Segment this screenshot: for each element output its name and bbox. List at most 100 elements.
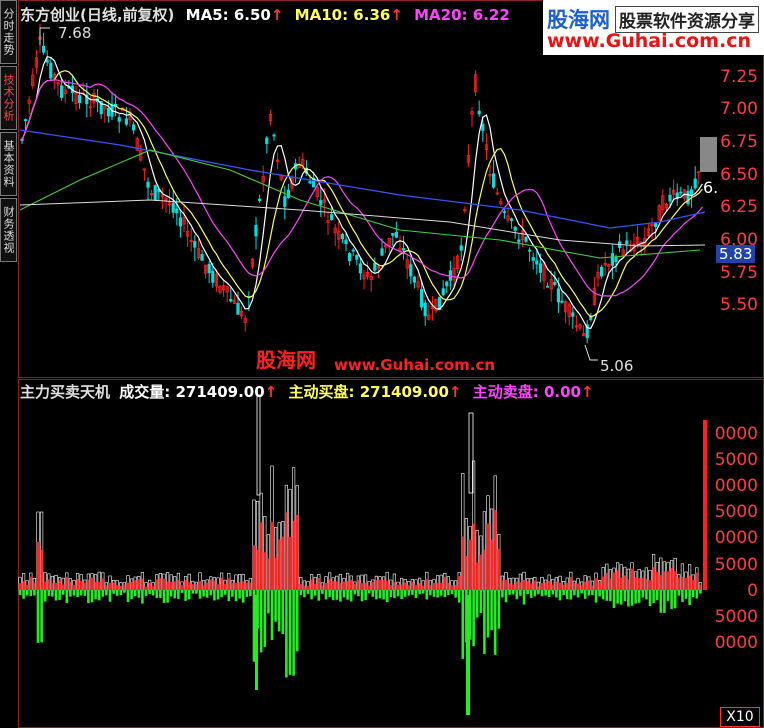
- volume-tick: 5000: [714, 607, 758, 627]
- active-buy-bar: [97, 581, 101, 590]
- active-buy-bar: [51, 583, 54, 590]
- active-sell-bar: [263, 590, 267, 647]
- candle-body: [502, 211, 507, 214]
- active-buy-bar: [87, 579, 90, 590]
- volume-tick: 0000: [714, 528, 758, 548]
- active-buy-bar: [274, 557, 277, 590]
- active-sell-bar: [69, 590, 72, 597]
- active-sell-bar: [393, 590, 396, 599]
- candle-body: [351, 249, 355, 252]
- active-buy-bar: [691, 579, 695, 590]
- ma20-line: [21, 79, 703, 297]
- active-buy-bar: [468, 539, 472, 590]
- active-buy-bar: [601, 576, 605, 590]
- high-price-label: 7.68: [58, 24, 92, 42]
- active-sell-bar: [79, 590, 83, 596]
- active-sell-bar: [227, 590, 231, 602]
- active-buy-bar: [238, 582, 241, 590]
- active-sell-bar: [313, 590, 317, 596]
- price-tick: 6.25: [720, 197, 758, 217]
- candle-body: [254, 225, 258, 237]
- active-sell-bar: [594, 590, 598, 603]
- active-sell-bar: [645, 590, 648, 600]
- active-sell-bar: [454, 590, 457, 598]
- active-sell-bar: [691, 590, 695, 598]
- ma10-value: MA10: 6.36: [294, 6, 391, 24]
- active-buy-bar: [371, 581, 375, 590]
- active-sell-bar: [385, 590, 389, 602]
- active-buy-bar: [605, 573, 609, 590]
- candle-body: [42, 45, 46, 53]
- active-buy-bar: [22, 581, 25, 590]
- candle-body: [344, 239, 348, 245]
- active-sell-bar: [630, 590, 634, 606]
- active-sell-bar: [123, 590, 126, 593]
- active-sell-bar: [688, 590, 691, 605]
- active-buy-bar: [231, 582, 234, 590]
- active-sell-bar: [285, 590, 288, 678]
- candle-body: [509, 218, 514, 221]
- active-sell-bar: [108, 590, 112, 602]
- candle-body: [211, 271, 215, 283]
- active-sell-bar: [321, 590, 324, 594]
- active-buy-bar: [393, 582, 396, 590]
- active-sell-bar: [205, 590, 209, 598]
- active-sell-bar: [411, 590, 414, 595]
- active-sell-bar: [22, 590, 25, 599]
- active-buy-bar: [439, 582, 443, 590]
- indicator-name: 主力买卖天机: [20, 383, 111, 401]
- active-buy-bar: [169, 581, 173, 590]
- active-sell-bar: [47, 590, 51, 596]
- active-sell-bar: [238, 590, 241, 599]
- active-buy-bar: [234, 582, 238, 590]
- active-buy-bar: [648, 580, 652, 590]
- active-buy-bar: [529, 583, 533, 590]
- active-sell-bar: [119, 590, 123, 596]
- candle-body: [45, 59, 49, 63]
- active-buy-bar: [432, 582, 436, 590]
- active-sell-bar: [537, 590, 540, 595]
- active-sell-bar: [292, 590, 295, 676]
- active-buy-bar: [497, 548, 501, 590]
- active-sell-bar: [54, 590, 58, 601]
- active-buy-bar: [108, 582, 112, 590]
- active-sell-bar: [378, 590, 382, 599]
- active-buy-bar: [587, 580, 591, 590]
- active-sell-bar: [558, 590, 562, 601]
- active-buy-bar: [511, 584, 515, 590]
- active-buy-bar: [277, 539, 281, 590]
- active-sell-bar: [342, 590, 346, 598]
- security-title: 东方创业(日线,前复权): [20, 6, 175, 24]
- candle-body: [207, 263, 211, 274]
- active-sell-bar: [504, 590, 508, 603]
- active-sell-bar: [547, 590, 551, 597]
- active-sell-bar: [25, 590, 29, 596]
- active-sell-bar: [483, 590, 486, 654]
- active-sell-bar: [634, 590, 637, 604]
- active-buy-bar: [479, 554, 483, 590]
- active-sell-bar: [666, 590, 670, 602]
- active-sell-bar: [112, 590, 115, 594]
- active-sell-bar: [267, 590, 270, 614]
- candle-body: [329, 214, 334, 221]
- candle-body: [600, 266, 604, 277]
- candle-body: [614, 256, 618, 263]
- active-buy-bar: [508, 583, 511, 590]
- active-buy-bar: [421, 585, 425, 590]
- active-buy-bar: [43, 581, 47, 590]
- active-sell-bar: [475, 590, 479, 618]
- price-header: 东方创业(日线,前复权) MA5: 6.50↑ MA10: 6.36↑ MA20…: [20, 6, 510, 24]
- active-sell-bar: [353, 590, 357, 595]
- last-volume-bar: [703, 420, 707, 590]
- candle-body: [401, 248, 406, 251]
- active-buy-bar: [216, 584, 220, 590]
- active-sell-bar: [490, 590, 493, 631]
- active-sell-bar: [425, 590, 429, 600]
- active-sell-bar: [612, 590, 616, 608]
- active-buy-bar: [339, 582, 342, 590]
- active-sell-bar: [616, 590, 619, 604]
- active-buy-bar: [357, 579, 360, 590]
- active-sell-bar: [659, 590, 663, 613]
- active-buy-bar: [65, 577, 69, 590]
- active-sell-bar: [367, 590, 371, 594]
